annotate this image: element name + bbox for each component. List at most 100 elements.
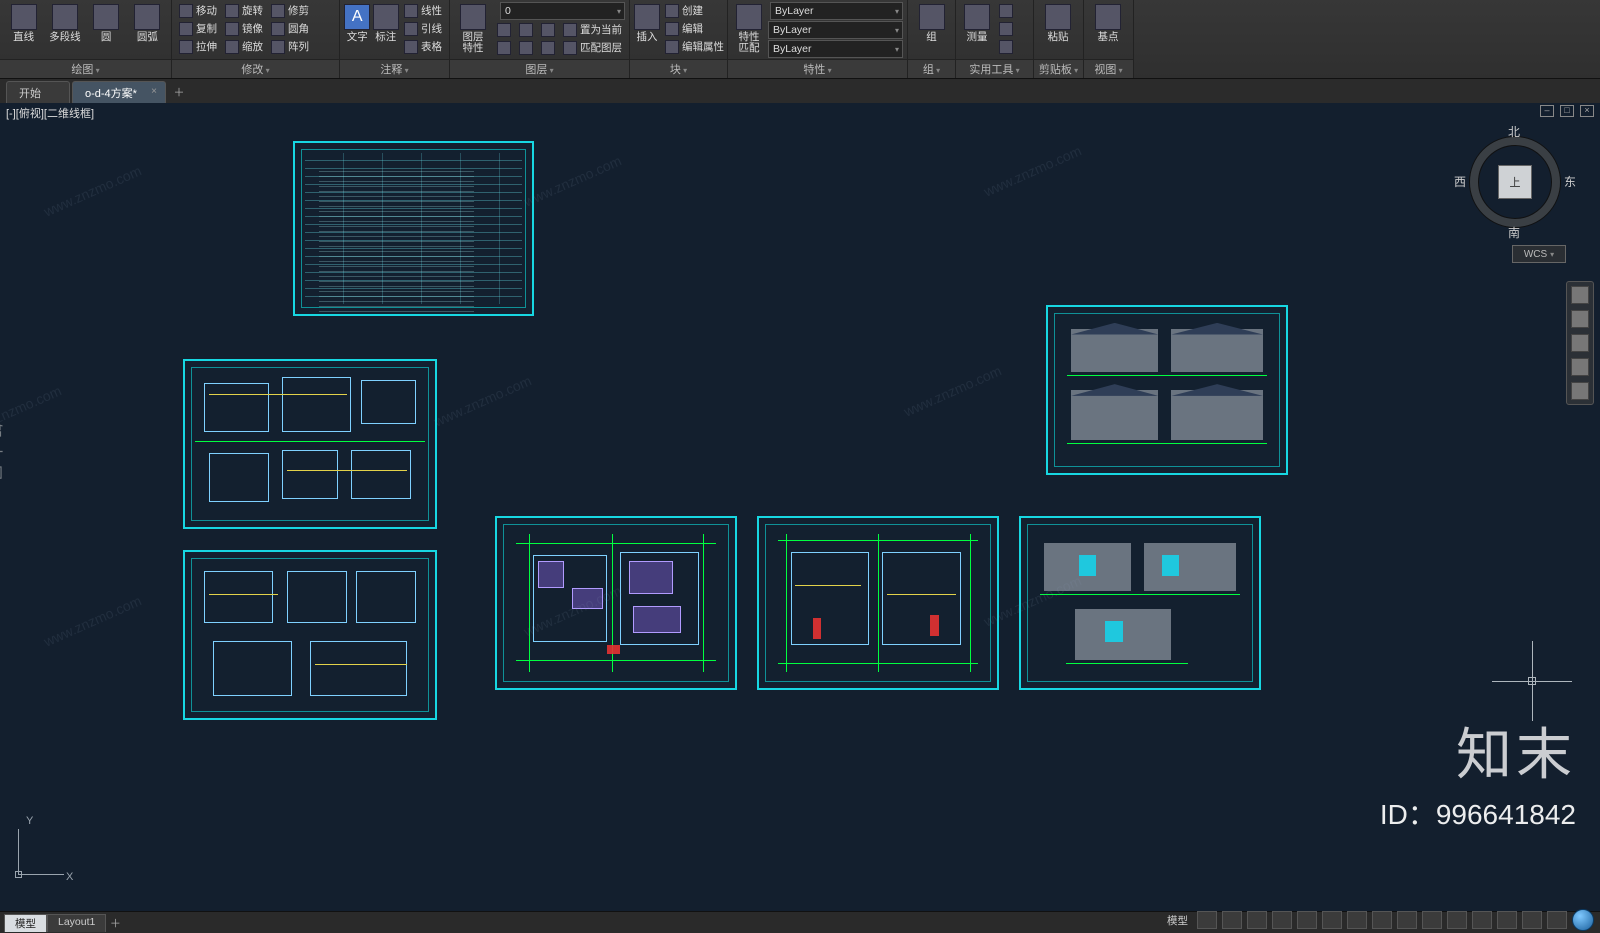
vp-maximize-icon[interactable]: □ (1560, 105, 1574, 117)
sheet-detail-2[interactable] (183, 550, 437, 720)
tool-leader[interactable]: 引线 (401, 20, 445, 37)
layer-btn-c[interactable] (538, 21, 558, 38)
viewcube-east[interactable]: 东 (1564, 173, 1576, 190)
wcs-dropdown[interactable]: WCS (1512, 245, 1566, 263)
viewcube-north[interactable]: 北 (1508, 123, 1520, 140)
prop-color-combo[interactable]: ByLayer (770, 2, 903, 20)
tool-stretch[interactable]: 拉伸 (176, 38, 220, 55)
panel-title-properties[interactable]: 特性 (728, 59, 907, 78)
status-cycle-icon[interactable] (1397, 911, 1417, 929)
sheet-detail-1[interactable] (183, 359, 437, 529)
tool-copy[interactable]: 复制 (176, 20, 220, 37)
tool-table[interactable]: 表格 (401, 38, 445, 55)
tool-line[interactable]: 直线 (4, 2, 43, 59)
viewcube-face-top[interactable]: 上 (1498, 165, 1532, 199)
util-b[interactable] (996, 20, 1016, 37)
nav-orbit-icon[interactable] (1571, 358, 1589, 376)
tool-matchprop[interactable]: 特性 匹配 (732, 2, 766, 59)
layout-tab-model[interactable]: 模型 (4, 914, 47, 932)
drawing-canvas[interactable]: [-][俯视][二维线框] – □ × 上 北 南 西 东 WCS www.zn… (0, 103, 1600, 911)
tool-base[interactable]: 基点 (1088, 2, 1128, 59)
status-polar-icon[interactable] (1272, 911, 1292, 929)
vp-close-icon[interactable]: × (1580, 105, 1594, 117)
tool-linear[interactable]: 线性 (401, 2, 445, 19)
panel-title-block[interactable]: 块 (630, 59, 727, 78)
tool-trim[interactable]: 修剪 (268, 2, 312, 19)
status-grid-icon[interactable] (1197, 911, 1217, 929)
tool-fillet[interactable]: 圆角 (268, 20, 312, 37)
nav-pan-icon[interactable] (1571, 310, 1589, 328)
panel-title-view[interactable]: 视图 (1084, 59, 1133, 78)
layer-btn-f[interactable] (538, 39, 558, 56)
close-icon[interactable]: × (151, 86, 157, 97)
status-ortho-icon[interactable] (1247, 911, 1267, 929)
tool-text[interactable]: A文字 (344, 2, 371, 59)
add-tab-button[interactable]: ＋ (168, 81, 190, 103)
panel-title-group[interactable]: 组 (908, 59, 955, 78)
status-snap-icon[interactable] (1222, 911, 1242, 929)
panel-title-clipboard[interactable]: 剪贴板 (1034, 59, 1083, 78)
tool-array[interactable]: 阵列 (268, 38, 312, 55)
tool-rotate[interactable]: 旋转 (222, 2, 266, 19)
prop-linetype-combo[interactable]: ByLayer (768, 21, 903, 39)
layer-btn-d[interactable] (494, 39, 514, 56)
status-osnap-icon[interactable] (1297, 911, 1317, 929)
viewcube[interactable]: 上 北 南 西 东 (1460, 127, 1570, 237)
panel-title-annotate[interactable]: 注释 (340, 59, 449, 78)
status-trans-icon[interactable] (1372, 911, 1392, 929)
layer-match[interactable]: 匹配图层 (560, 39, 625, 56)
status-space[interactable]: 模型 (1163, 913, 1192, 928)
tool-edit-attr[interactable]: 编辑属性 (662, 38, 727, 55)
panel-title-modify[interactable]: 修改 (172, 59, 339, 78)
ucs-icon[interactable]: Y X (14, 821, 74, 881)
doc-tab-start[interactable]: 开始 (6, 81, 70, 103)
panel-title-util[interactable]: 实用工具 (956, 59, 1033, 78)
panel-title-draw[interactable]: 绘图 (0, 59, 171, 78)
status-hw-icon[interactable] (1522, 911, 1542, 929)
sheet-floorplan-2[interactable] (757, 516, 999, 690)
status-anno-icon[interactable] (1422, 911, 1442, 929)
nav-showmotion-icon[interactable] (1571, 382, 1589, 400)
layout-tab-layout1[interactable]: Layout1 (47, 914, 106, 932)
tool-paste[interactable]: 粘贴 (1038, 2, 1078, 59)
status-clean-icon[interactable] (1547, 911, 1567, 929)
status-otrack-icon[interactable] (1322, 911, 1342, 929)
tool-circle[interactable]: 圆 (87, 2, 126, 59)
status-customize-icon[interactable] (1572, 909, 1594, 931)
sheet-design-notes[interactable] (293, 141, 534, 316)
tool-create-block[interactable]: 创建 (662, 2, 727, 19)
status-ws-icon[interactable] (1447, 911, 1467, 929)
tool-move[interactable]: 移动 (176, 2, 220, 19)
tool-dimension[interactable]: 标注 (373, 2, 400, 59)
viewport-label[interactable]: [-][俯视][二维线框] (6, 105, 94, 121)
status-monitor-icon[interactable] (1472, 911, 1492, 929)
tool-arc[interactable]: 圆弧 (128, 2, 167, 59)
sheet-floorplan-1[interactable] (495, 516, 737, 690)
prop-lineweight-combo[interactable]: ByLayer (768, 40, 903, 58)
tool-insert[interactable]: 插入 (634, 2, 660, 59)
status-lweight-icon[interactable] (1347, 911, 1367, 929)
tool-polyline[interactable]: 多段线 (45, 2, 84, 59)
doc-tab-file[interactable]: o-d-4方案*× (72, 81, 166, 103)
viewcube-south[interactable]: 南 (1508, 224, 1520, 241)
status-iso-icon[interactable] (1497, 911, 1517, 929)
tool-measure[interactable]: 测量 (960, 2, 994, 59)
layer-setcurrent[interactable]: 置为当前 (560, 21, 625, 38)
layer-combo[interactable]: 0 (500, 2, 625, 20)
tool-mirror[interactable]: 镜像 (222, 20, 266, 37)
tool-scale[interactable]: 缩放 (222, 38, 266, 55)
tool-group[interactable]: 组 (912, 2, 951, 59)
util-a[interactable] (996, 2, 1016, 19)
vp-minimize-icon[interactable]: – (1540, 105, 1554, 117)
sheet-elevation[interactable] (1046, 305, 1288, 475)
layer-btn-a[interactable] (494, 21, 514, 38)
tool-edit-block[interactable]: 编辑 (662, 20, 727, 37)
layer-btn-e[interactable] (516, 39, 536, 56)
sheet-section[interactable] (1019, 516, 1261, 690)
nav-wheel-icon[interactable] (1571, 286, 1589, 304)
panel-title-layer[interactable]: 图层 (450, 59, 629, 78)
viewcube-west[interactable]: 西 (1454, 173, 1466, 190)
layout-add-button[interactable]: ＋ (106, 915, 124, 931)
layer-btn-b[interactable] (516, 21, 536, 38)
tool-layer-props[interactable]: 图层 特性 (454, 2, 492, 59)
